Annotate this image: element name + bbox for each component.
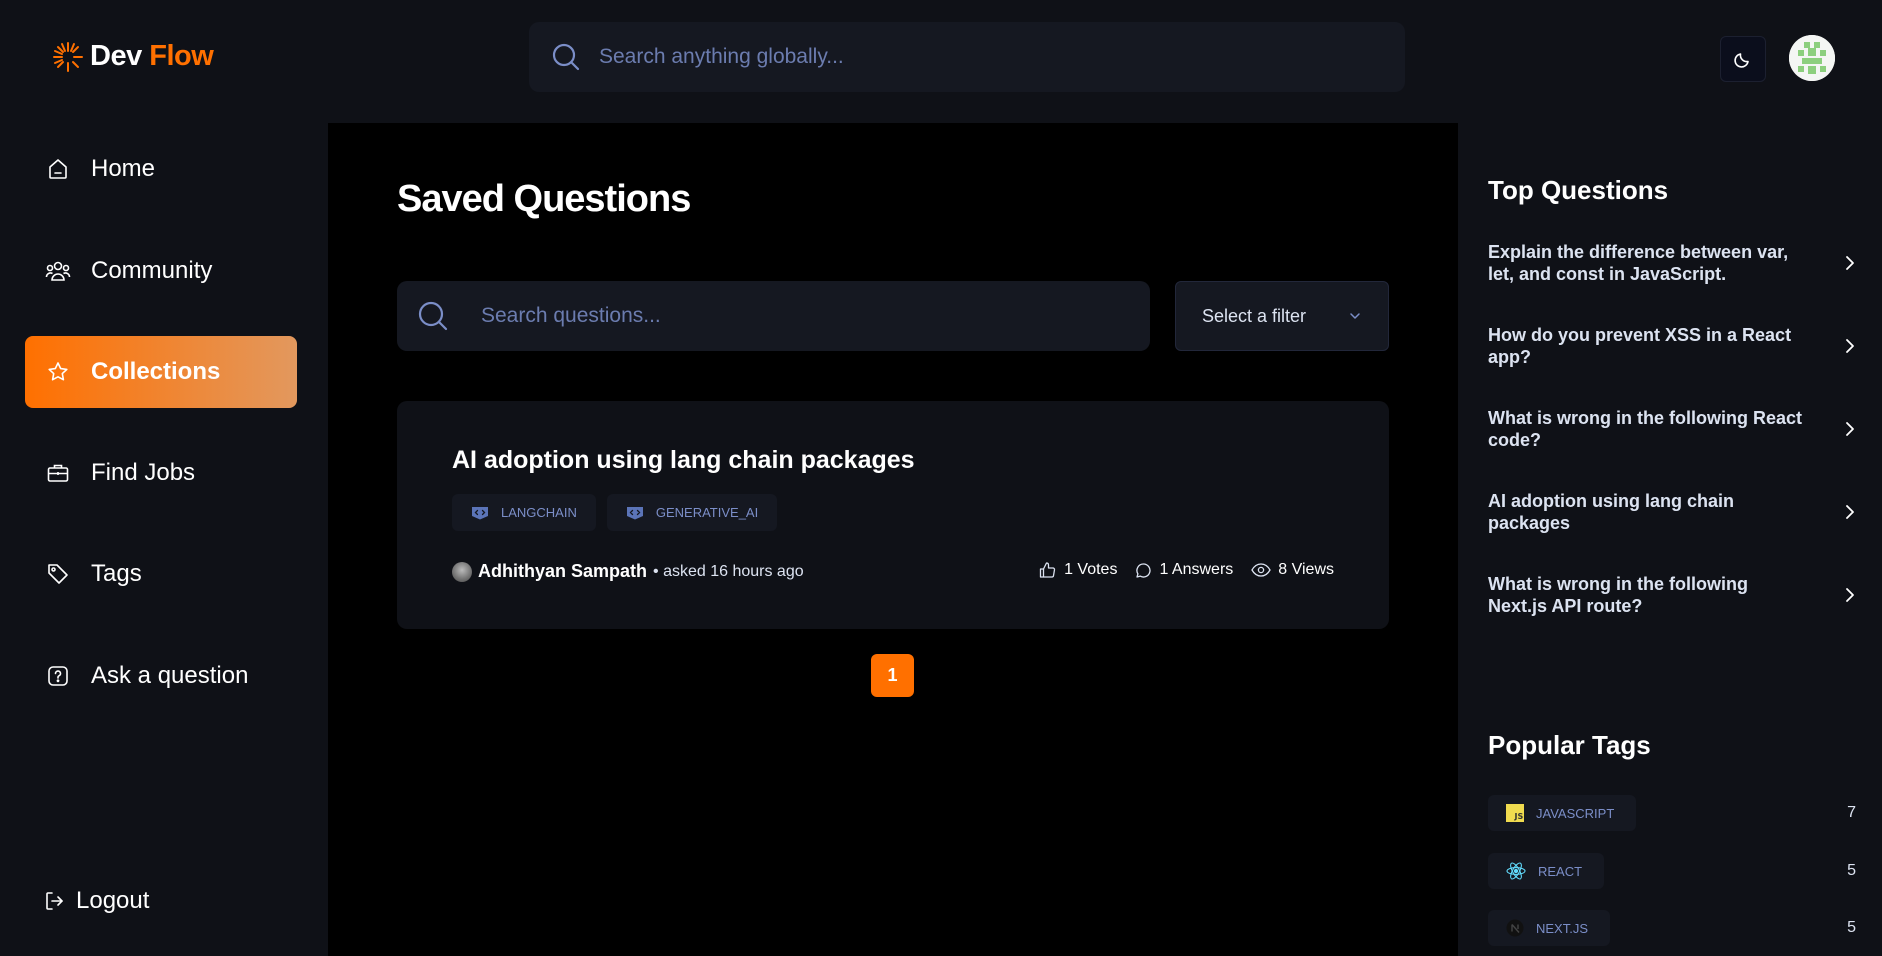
chevron-right-icon (1846, 339, 1854, 353)
tag-icon (45, 561, 71, 587)
question-stats: 1 Votes 1 Answers 8 Views (1039, 561, 1334, 579)
sidebar-item-label: Tags (91, 560, 142, 587)
code-tag-icon (626, 506, 643, 519)
sunburst-logo-icon (53, 41, 83, 72)
question-icon (45, 663, 71, 689)
tag-count: 5 (1847, 919, 1856, 936)
votes-stat: 1 Votes (1039, 561, 1117, 579)
tag-label: javascript (1536, 805, 1615, 821)
logo[interactable]: Dev Flow (52, 40, 214, 73)
question-title[interactable]: AI adoption using lang chain packages (452, 446, 915, 475)
chevron-right-icon (1846, 588, 1854, 602)
eye-icon (1251, 563, 1272, 577)
answers-stat: 1 Answers (1135, 561, 1233, 579)
tag-label: generative_ai (655, 505, 759, 520)
sidebar-item-find-jobs[interactable]: Find Jobs (25, 437, 297, 509)
user-avatar[interactable] (1789, 35, 1835, 81)
svg-text:JS: JS (1514, 812, 1524, 821)
logout-label: Logout (76, 887, 150, 914)
answers-label: 1 Answers (1159, 561, 1234, 578)
message-circle-icon (1136, 562, 1152, 578)
briefcase-icon (45, 460, 71, 486)
logout-button[interactable]: Logout (44, 887, 149, 915)
popular-tag-item[interactable]: JS javascript 7 (1488, 795, 1856, 831)
search-icon (552, 43, 580, 71)
top-question-text: AI adoption using lang chain packages (1488, 491, 1734, 533)
top-question-item[interactable]: How do you prevent XSS in a React app? (1488, 324, 1856, 368)
search-icon (418, 301, 448, 331)
tag-count: 7 (1847, 804, 1856, 821)
popular-tag-javascript[interactable]: JS javascript (1488, 795, 1637, 831)
chevron-down-icon (1350, 313, 1360, 319)
home-icon (45, 156, 71, 182)
author-avatar[interactable] (452, 561, 472, 582)
top-question-item[interactable]: Explain the difference between var, let,… (1488, 241, 1856, 285)
question-tags: langchain generative_ai (452, 494, 778, 531)
sidebar-item-label: Home (91, 155, 156, 182)
top-questions-title: Top Questions (1488, 175, 1669, 205)
sidebar-item-label: Find Jobs (91, 459, 196, 486)
top-question-text: How do you prevent XSS in a React app? (1488, 325, 1792, 367)
author-name[interactable]: Adhithyan Sampath (478, 561, 647, 582)
users-icon (45, 258, 71, 284)
sidebar-item-home[interactable]: Home (25, 133, 297, 205)
page-title: Saved Questions (397, 178, 691, 220)
moon-icon (1734, 53, 1749, 68)
top-question-text: What is wrong in the following React cod… (1488, 408, 1802, 450)
top-question-item[interactable]: What is wrong in the following React cod… (1488, 407, 1856, 451)
tag-label: react (1538, 863, 1583, 879)
sidebar-item-ask-question[interactable]: Ask a question (25, 640, 297, 712)
chevron-right-icon (1846, 422, 1854, 436)
tag-langchain[interactable]: langchain (452, 494, 596, 531)
tag-count: 5 (1847, 862, 1856, 879)
user-avatar-icon (1789, 35, 1835, 81)
star-icon (45, 359, 71, 385)
theme-toggle-button[interactable] (1720, 36, 1766, 82)
sidebar-item-label: Collections (91, 358, 221, 385)
code-tag-icon (472, 506, 488, 519)
sidebar-item-label: Ask a question (91, 662, 249, 689)
filter-select-label: Select a filter (1202, 305, 1307, 326)
sidebar-item-community[interactable]: Community (25, 235, 297, 307)
votes-label: 1 Votes (1064, 561, 1118, 578)
question-search-input[interactable] (481, 304, 1150, 328)
top-navbar: Dev Flow (0, 0, 1882, 123)
filter-select[interactable]: Select a filter (1175, 281, 1389, 351)
logo-word-dev: Dev (90, 40, 142, 72)
popular-tag-item[interactable]: react 5 (1488, 853, 1856, 889)
javascript-icon: JS (1506, 804, 1524, 822)
question-card: AI adoption using lang chain packages la… (397, 401, 1389, 629)
top-question-item[interactable]: AI adoption using lang chain packages (1488, 490, 1856, 534)
logo-text: Dev Flow (90, 40, 214, 73)
react-icon (1506, 862, 1526, 880)
global-search-input[interactable] (599, 45, 1405, 69)
sidebar-item-tags[interactable]: Tags (25, 538, 297, 610)
logo-word-flow: Flow (149, 40, 214, 72)
popular-tag-nextjs[interactable]: next.js (1488, 910, 1611, 946)
tag-label: langchain (501, 505, 577, 520)
question-author-meta: Adhithyan Sampath • asked 16 hours ago (452, 561, 804, 582)
popular-tag-react[interactable]: react (1488, 853, 1605, 889)
sidebar-item-collections[interactable]: Collections (25, 336, 297, 408)
top-question-text: What is wrong in the following Next.js A… (1488, 574, 1748, 616)
sidebar-item-label: Community (91, 257, 213, 284)
top-question-item[interactable]: What is wrong in the following Next.js A… (1488, 573, 1856, 617)
question-search-bar[interactable] (397, 281, 1150, 351)
global-search-bar[interactable] (529, 22, 1405, 92)
logout-icon (46, 892, 63, 910)
views-stat: 8 Views (1251, 561, 1334, 579)
tag-label: next.js (1536, 920, 1589, 936)
views-label: 8 Views (1278, 561, 1334, 578)
chevron-right-icon (1846, 505, 1854, 519)
chevron-right-icon (1846, 256, 1854, 270)
pagination-page-button[interactable]: 1 (871, 654, 914, 697)
nextjs-icon (1506, 919, 1524, 937)
asked-time: • asked 16 hours ago (653, 562, 804, 580)
thumbs-up-icon (1039, 562, 1056, 578)
tag-generative-ai[interactable]: generative_ai (606, 494, 778, 531)
popular-tag-item[interactable]: next.js 5 (1488, 910, 1856, 946)
top-question-text: Explain the difference between var, let,… (1488, 242, 1789, 284)
popular-tags-title: Popular Tags (1488, 730, 1651, 760)
